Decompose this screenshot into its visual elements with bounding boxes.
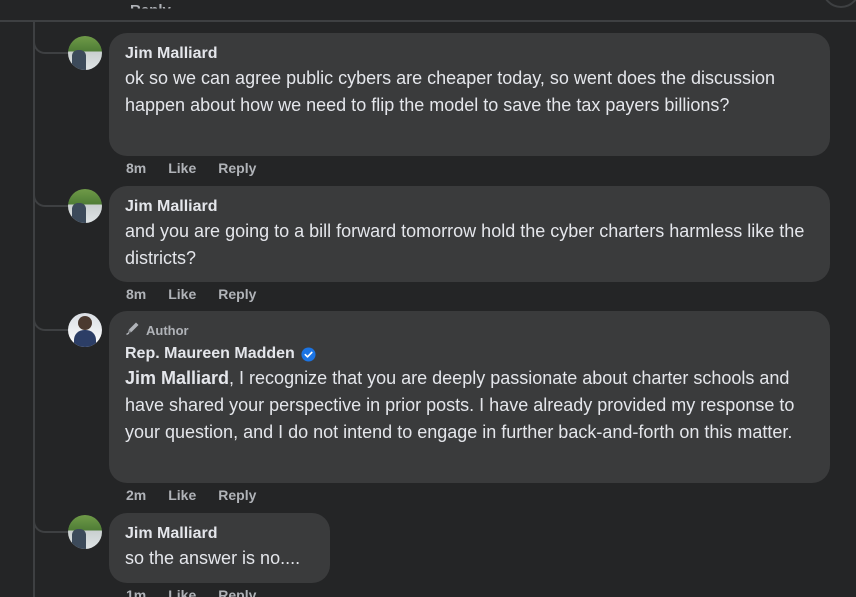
- verified-badge-icon: [301, 346, 316, 362]
- thread-line: [33, 22, 35, 597]
- comment-bubble: Author Rep. Maureen Madden Jim Malliard,…: [109, 311, 830, 483]
- comment-timestamp[interactable]: 2m: [126, 487, 146, 503]
- reply-button[interactable]: Reply: [218, 487, 256, 503]
- comment-author-row: Rep. Maureen Madden: [125, 343, 814, 365]
- comment-actions: 8m Like Reply: [126, 286, 256, 302]
- avatar[interactable]: [68, 36, 102, 70]
- comment-actions: 2m Like Reply: [126, 487, 256, 503]
- divider: [0, 20, 856, 22]
- reply-connector: [33, 517, 69, 533]
- reply-button[interactable]: Reply: [218, 160, 256, 176]
- comment-text: and you are going to a bill forward tomo…: [125, 221, 805, 268]
- comment-thread: Reply Jim Malliard ok so we can agree pu…: [0, 0, 856, 597]
- comment-author[interactable]: Jim Malliard: [125, 43, 814, 65]
- reply-connector: [33, 38, 69, 54]
- previous-reply-link[interactable]: Reply: [130, 2, 171, 8]
- comment-timestamp[interactable]: 8m: [126, 160, 146, 176]
- avatar[interactable]: [68, 189, 102, 223]
- author-badge: Author: [125, 320, 814, 341]
- comment-bubble: Jim Malliard and you are going to a bill…: [109, 186, 830, 282]
- comment-timestamp[interactable]: 1m: [126, 587, 146, 597]
- comment-bubble: Jim Malliard ok so we can agree public c…: [109, 33, 830, 156]
- author-badge-label: Author: [146, 322, 189, 338]
- reply-connector: [33, 315, 69, 331]
- avatar[interactable]: [68, 313, 102, 347]
- comment-author[interactable]: Rep. Maureen Madden: [125, 343, 295, 365]
- comment-text: so the answer is no....: [125, 548, 301, 568]
- like-button[interactable]: Like: [168, 160, 196, 176]
- like-button[interactable]: Like: [168, 487, 196, 503]
- reply-button[interactable]: Reply: [218, 286, 256, 302]
- comment-text: Jim Malliard, I recognize that you are d…: [125, 365, 814, 446]
- comment-author[interactable]: Jim Malliard: [125, 196, 814, 218]
- reply-connector: [33, 191, 69, 207]
- comment-author[interactable]: Jim Malliard: [125, 523, 314, 545]
- top-right-button[interactable]: [822, 0, 856, 8]
- like-button[interactable]: Like: [168, 286, 196, 302]
- reply-button[interactable]: Reply: [218, 587, 256, 597]
- pencil-icon: [125, 320, 141, 341]
- comment-bubble: Jim Malliard so the answer is no....: [109, 513, 330, 583]
- comment-text: ok so we can agree public cybers are che…: [125, 68, 776, 115]
- comment-actions: 8m Like Reply: [126, 160, 256, 176]
- comment-timestamp[interactable]: 8m: [126, 286, 146, 302]
- comment-actions: 1m Like Reply: [126, 587, 256, 597]
- avatar[interactable]: [68, 515, 102, 549]
- like-button[interactable]: Like: [168, 587, 196, 597]
- mention-link[interactable]: Jim Malliard: [125, 368, 229, 388]
